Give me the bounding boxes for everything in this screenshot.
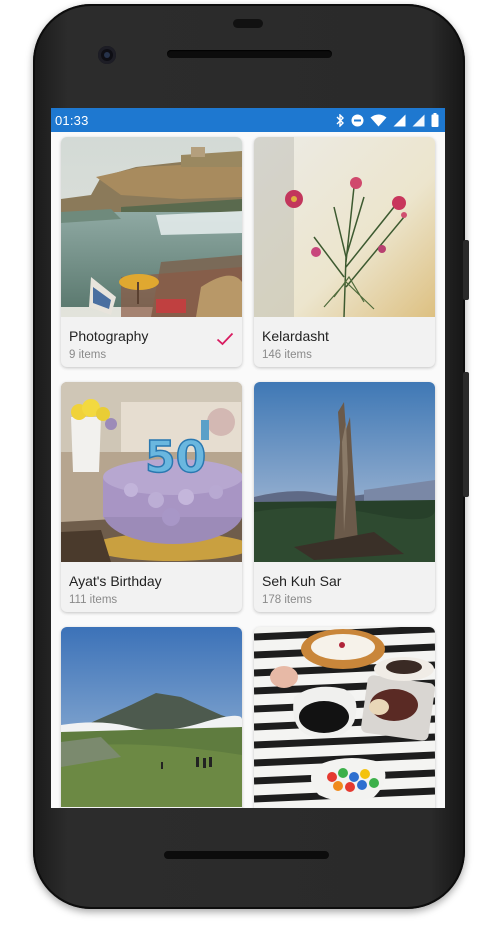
screen: 01:33 Photography 9 items Kelardasht 146… <box>51 108 445 808</box>
wifi-icon <box>370 114 387 126</box>
album-count: 9 items <box>69 349 107 361</box>
album-title: Photography <box>69 328 149 344</box>
album-title: Kelardasht <box>262 328 329 344</box>
album-thumbnail <box>61 627 242 807</box>
status-icons <box>335 113 439 127</box>
album-card[interactable] <box>254 627 435 808</box>
album-card[interactable]: Seh Kuh Sar 178 items <box>254 382 435 612</box>
volume-button <box>463 372 469 497</box>
album-card[interactable] <box>61 627 242 808</box>
album-thumbnail <box>254 137 435 317</box>
front-camera <box>98 46 116 64</box>
battery-icon <box>431 113 439 127</box>
album-thumbnail <box>254 627 435 807</box>
svg-text:50: 50 <box>145 432 206 483</box>
album-title: Seh Kuh Sar <box>262 573 342 589</box>
album-card[interactable]: Kelardasht 146 items <box>254 137 435 367</box>
album-title: Ayat's Birthday <box>69 573 162 589</box>
album-count: 178 items <box>262 594 312 606</box>
album-count: 146 items <box>262 349 312 361</box>
do-not-disturb-icon <box>351 114 364 126</box>
album-thumbnail: 50 <box>61 382 242 562</box>
album-card[interactable]: 50 Ayat's Birthday 111 items <box>61 382 242 612</box>
signal-icon-2 <box>412 114 425 126</box>
bluetooth-icon <box>336 113 344 127</box>
earpiece <box>233 19 263 28</box>
album-thumbnail <box>254 382 435 562</box>
album-thumbnail <box>61 137 242 317</box>
bottom-speaker <box>164 851 329 859</box>
signal-icon <box>393 114 406 126</box>
top-speaker <box>167 50 332 58</box>
album-card[interactable]: Photography 9 items <box>61 137 242 367</box>
status-bar: 01:33 <box>51 108 445 132</box>
check-icon <box>216 332 234 346</box>
status-time: 01:33 <box>55 112 89 128</box>
album-count: 111 items <box>69 594 118 606</box>
power-button <box>463 240 469 300</box>
